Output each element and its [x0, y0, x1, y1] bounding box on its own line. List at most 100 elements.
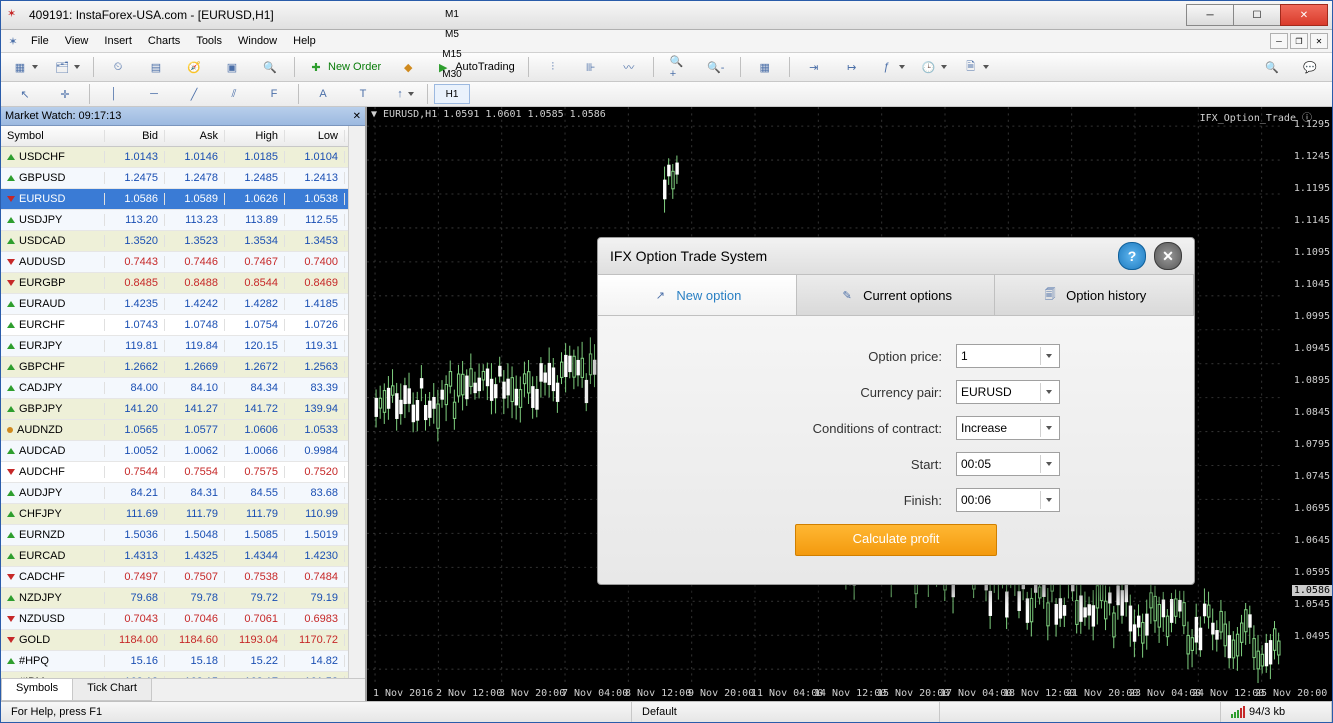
option-price-input[interactable]: 1 — [956, 344, 1060, 368]
mdi-restore-button[interactable]: ❐ — [1290, 33, 1308, 49]
app-menu-icon[interactable]: ✶ — [5, 33, 21, 49]
calculate-profit-button[interactable]: Calculate profit — [795, 524, 997, 556]
close-button[interactable]: ✕ — [1280, 4, 1328, 26]
profiles-button[interactable]: 🗂 — [49, 55, 85, 79]
table-row[interactable]: CHFJPY111.69111.79111.79110.99 — [1, 504, 348, 525]
table-row[interactable]: EURAUD1.42351.42421.42821.4185 — [1, 294, 348, 315]
mdi-close-button[interactable]: ✕ — [1310, 33, 1328, 49]
menu-view[interactable]: View — [57, 33, 97, 49]
crosshair-tool[interactable]: ✛ — [47, 84, 83, 104]
table-row[interactable]: USDJPY113.20113.23113.89112.55 — [1, 210, 348, 231]
bar-chart-button[interactable]: ⫶ — [537, 55, 569, 79]
table-row[interactable]: EURUSD1.05861.05891.06261.0538 — [1, 189, 348, 210]
chart-shift-button[interactable]: ↦ — [836, 55, 868, 79]
table-row[interactable]: AUDNZD1.05651.05771.06061.0533 — [1, 420, 348, 441]
table-row[interactable]: GBPJPY141.20141.27141.72139.94 — [1, 399, 348, 420]
table-row[interactable]: NZDJPY79.6879.7879.7279.19 — [1, 588, 348, 609]
timeframe-m30[interactable]: M30 — [434, 64, 470, 84]
zoom-out-button[interactable]: 🔍- — [700, 55, 732, 79]
auto-scroll-button[interactable]: ⇥ — [798, 55, 830, 79]
tab-option-history[interactable]: 🗐Option history — [995, 275, 1194, 315]
menu-window[interactable]: Window — [230, 33, 285, 49]
text-tool[interactable]: A — [305, 84, 341, 104]
chart-panel[interactable]: ▼ EURUSD,H1 1.0591 1.0601 1.0585 1.0586 … — [367, 107, 1332, 701]
table-row[interactable]: EURCAD1.43131.43251.43441.4230 — [1, 546, 348, 567]
maximize-button[interactable]: ☐ — [1233, 4, 1281, 26]
mdi-minimize-button[interactable]: ─ — [1270, 33, 1288, 49]
finish-select[interactable]: 00:06 — [956, 488, 1060, 512]
label-tool[interactable]: T — [345, 84, 381, 104]
conditions-select[interactable]: Increase — [956, 416, 1060, 440]
channel-tool[interactable]: ⫽ — [216, 84, 252, 104]
dialog-close-button[interactable]: ✕ — [1154, 242, 1182, 270]
menu-charts[interactable]: Charts — [140, 33, 188, 49]
table-row[interactable]: GBPUSD1.24751.24781.24851.2413 — [1, 168, 348, 189]
strategy-tester-toggle[interactable]: 🔍 — [254, 55, 286, 79]
table-row[interactable]: AUDUSD0.74430.74460.74670.7400 — [1, 252, 348, 273]
currency-pair-select[interactable]: EURUSD — [956, 380, 1060, 404]
timeframe-h1[interactable]: H1 — [434, 84, 470, 104]
arrows-tool[interactable]: ↑ — [385, 84, 421, 104]
market-watch-toggle[interactable]: ⏲ — [102, 55, 134, 79]
table-row[interactable]: USDCHF1.01431.01461.01851.0104 — [1, 147, 348, 168]
table-row[interactable]: USDCAD1.35201.35231.35341.3453 — [1, 231, 348, 252]
table-row[interactable]: EURCHF1.07431.07481.07541.0726 — [1, 315, 348, 336]
table-row[interactable]: AUDJPY84.2184.3184.5583.68 — [1, 483, 348, 504]
trendline-tool[interactable]: ╱ — [176, 84, 212, 104]
cursor-tool[interactable]: ↖ — [7, 84, 43, 104]
navigator-toggle[interactable]: 🧭 — [178, 55, 210, 79]
column-low[interactable]: Low — [285, 130, 345, 142]
status-profile[interactable]: Default — [632, 702, 940, 722]
menu-tools[interactable]: Tools — [188, 33, 230, 49]
menu-insert[interactable]: Insert — [96, 33, 140, 49]
table-row[interactable]: GBPCHF1.26621.26691.26721.2563 — [1, 357, 348, 378]
column-symbol[interactable]: Symbol — [1, 130, 105, 142]
tab-symbols[interactable]: Symbols — [1, 679, 73, 701]
column-ask[interactable]: Ask — [165, 130, 225, 142]
table-row[interactable]: CADCHF0.74970.75070.75380.7484 — [1, 567, 348, 588]
table-row[interactable]: GOLD1184.001184.601193.041170.72 — [1, 630, 348, 651]
line-chart-button[interactable]: 〰 — [613, 55, 645, 79]
column-high[interactable]: High — [225, 130, 285, 142]
table-row[interactable]: EURNZD1.50361.50481.50851.5019 — [1, 525, 348, 546]
status-connection[interactable]: 94/3 kb — [1221, 702, 1332, 722]
zoom-in-button[interactable]: 🔍+ — [662, 55, 694, 79]
indicators-button[interactable]: ƒ — [874, 55, 910, 79]
table-row[interactable]: AUDCHF0.75440.75540.75750.7520 — [1, 462, 348, 483]
tab-tick-chart[interactable]: Tick Chart — [72, 679, 152, 701]
menu-help[interactable]: Help — [285, 33, 324, 49]
terminal-toggle[interactable]: ▣ — [216, 55, 248, 79]
dialog-help-button[interactable]: ? — [1118, 242, 1146, 270]
fibo-tool[interactable]: F — [256, 84, 292, 104]
menu-file[interactable]: File — [23, 33, 57, 49]
column-bid[interactable]: Bid — [105, 130, 165, 142]
hline-tool[interactable]: ─ — [136, 84, 172, 104]
tile-windows-button[interactable]: ▦ — [749, 55, 781, 79]
table-row[interactable]: EURGBP0.84850.84880.85440.8469 — [1, 273, 348, 294]
table-row[interactable]: #HPQ15.1615.1815.2214.82 — [1, 651, 348, 672]
table-row[interactable]: CADJPY84.0084.1084.3483.39 — [1, 378, 348, 399]
tab-current-options[interactable]: ✎Current options — [797, 275, 996, 315]
table-row[interactable]: NZDUSD0.70430.70460.70610.6983 — [1, 609, 348, 630]
vline-tool[interactable]: │ — [96, 84, 132, 104]
tab-new-option[interactable]: ↗New option — [598, 275, 797, 315]
new-order-button[interactable]: ✚New Order — [303, 55, 386, 79]
table-row[interactable]: AUDCAD1.00521.00621.00660.9984 — [1, 441, 348, 462]
templates-button[interactable]: 🗎 — [958, 55, 994, 79]
chat-button[interactable]: 💬 — [1294, 55, 1326, 79]
periods-button[interactable]: 🕒 — [916, 55, 952, 79]
search-button[interactable]: 🔍 — [1256, 55, 1288, 79]
minimize-button[interactable]: ─ — [1186, 4, 1234, 26]
timeframe-m15[interactable]: M15 — [434, 44, 470, 64]
table-row[interactable]: EURJPY119.81119.84120.15119.31 — [1, 336, 348, 357]
metaquotes-button[interactable]: ◆ — [392, 55, 424, 79]
x-axis-tick: 2 Nov 12:00 — [436, 688, 502, 699]
data-window-toggle[interactable]: ▤ — [140, 55, 172, 79]
candle-chart-button[interactable]: ⊪ — [575, 55, 607, 79]
start-select[interactable]: 00:05 — [956, 452, 1060, 476]
new-chart-button[interactable]: ▦ — [7, 55, 43, 79]
panel-close-button[interactable]: ✕ — [353, 111, 361, 122]
timeframe-m5[interactable]: M5 — [434, 24, 470, 44]
timeframe-m1[interactable]: M1 — [434, 4, 470, 24]
scrollbar[interactable] — [348, 126, 365, 678]
